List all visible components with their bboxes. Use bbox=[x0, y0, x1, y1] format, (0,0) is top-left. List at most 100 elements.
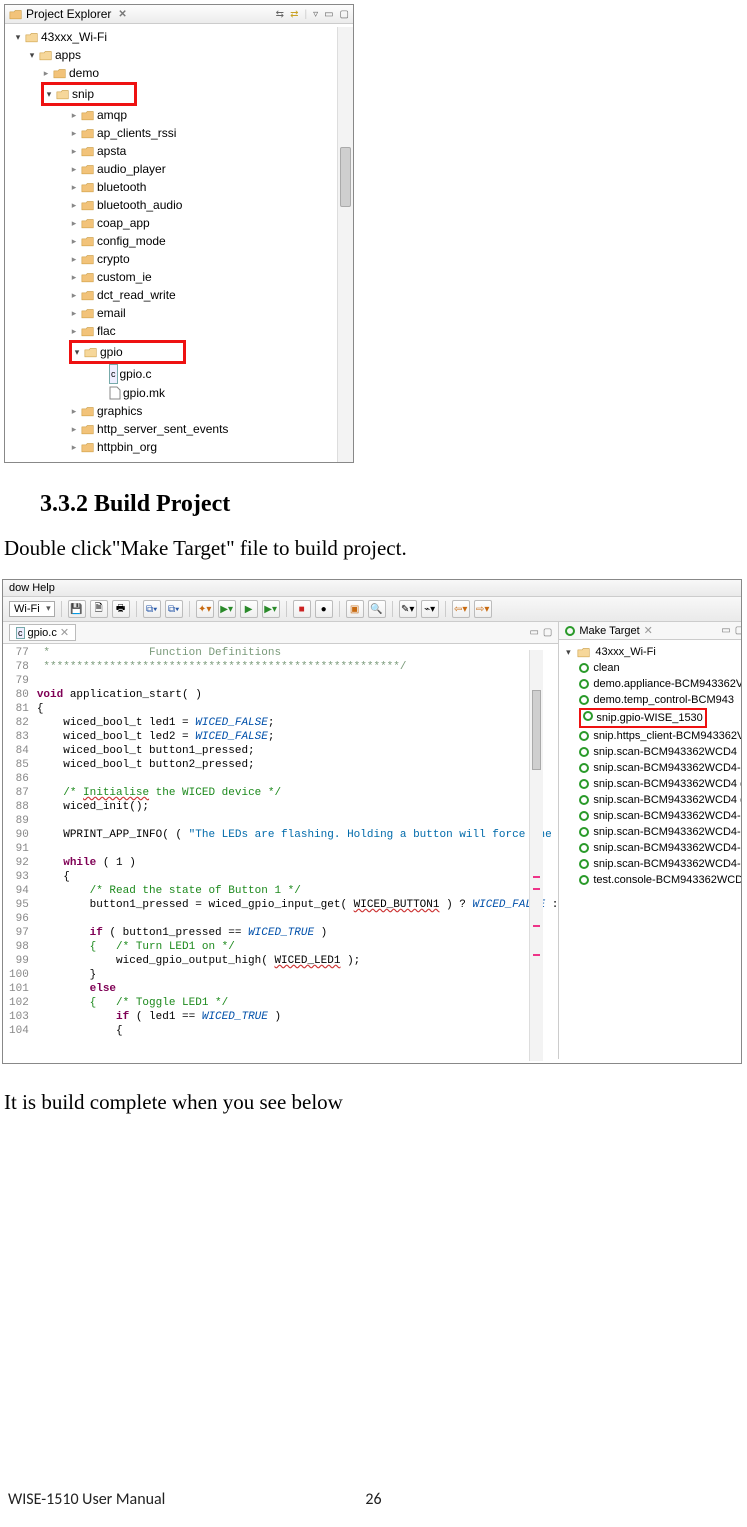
save-all-icon[interactable]: 🗎 bbox=[90, 600, 108, 618]
tree-folder[interactable]: config_mode bbox=[13, 232, 353, 250]
tree-folder[interactable]: http_server_sent_events bbox=[13, 420, 353, 438]
target-icon bbox=[579, 843, 589, 853]
code-editor[interactable]: 7778798081828384858687888990919293949596… bbox=[3, 644, 558, 1059]
tree-folder[interactable]: audio_player bbox=[13, 160, 353, 178]
tree-folder[interactable]: bluetooth bbox=[13, 178, 353, 196]
search-icon[interactable]: 🔍 bbox=[368, 600, 386, 618]
make-target-item[interactable]: snip.scan-BCM943362WCD4 bbox=[563, 744, 742, 760]
save-icon[interactable]: 💾 bbox=[68, 600, 86, 618]
target-icon bbox=[579, 679, 589, 689]
page-footer: WISE-1510 User Manual 26 bbox=[0, 1490, 747, 1509]
tree-folder[interactable]: email bbox=[13, 304, 353, 322]
tree-folder[interactable]: custom_ie bbox=[13, 268, 353, 286]
tree-folder[interactable]: apsta bbox=[13, 142, 353, 160]
tree-root[interactable]: 43xxx_Wi-Fi bbox=[41, 28, 107, 46]
tree-folder[interactable]: ap_clients_rssi bbox=[13, 124, 353, 142]
target-icon bbox=[579, 731, 589, 741]
tree-folder[interactable]: dct_read_write bbox=[13, 286, 353, 304]
target-icon bbox=[579, 827, 589, 837]
tree-file-label: gpio.mk bbox=[123, 384, 165, 402]
c-file-icon: c bbox=[16, 627, 25, 639]
make-target-item[interactable]: clean bbox=[563, 660, 742, 676]
close-icon[interactable]: ✕ bbox=[644, 624, 653, 637]
section-heading: 3.3.2 Build Project bbox=[40, 491, 747, 518]
build-all-icon[interactable]: ⧉▾ bbox=[165, 600, 183, 618]
folder-icon bbox=[39, 50, 53, 61]
make-target-item[interactable]: test.console-BCM943362WCD bbox=[563, 872, 742, 888]
build-icon[interactable]: ⧉▾ bbox=[143, 600, 161, 618]
collapse-all-icon[interactable]: ⇆ bbox=[276, 9, 284, 20]
forward-icon[interactable]: ⇨▾ bbox=[474, 600, 492, 618]
target-icon bbox=[583, 711, 593, 721]
tree-folder[interactable]: graphics bbox=[13, 402, 353, 420]
make-target-item[interactable]: snip.scan-BCM943362WCD4 d bbox=[563, 792, 742, 808]
back-icon[interactable]: ⇦▾ bbox=[452, 600, 470, 618]
run-icon[interactable]: ▶▾ bbox=[218, 600, 236, 618]
link-icon[interactable]: ⇄ bbox=[290, 9, 298, 20]
make-target-item[interactable]: demo.appliance-BCM943362V bbox=[563, 676, 742, 692]
view-menu-icon[interactable]: ▿ bbox=[313, 9, 318, 20]
footer-doc-name: WISE-1510 User Manual bbox=[8, 1490, 165, 1509]
mark-icon[interactable]: ✎▾ bbox=[399, 600, 417, 618]
minimize-icon[interactable]: ▭ bbox=[721, 625, 730, 636]
make-target-tab-label: Make Target bbox=[579, 625, 639, 637]
debug-icon[interactable]: ▶ bbox=[240, 600, 258, 618]
make-target-item[interactable]: snip.scan-BCM943362WCD4- bbox=[563, 808, 742, 824]
make-target-root[interactable]: 43xxx_Wi-Fi bbox=[595, 644, 656, 660]
make-target-item[interactable]: snip.scan-BCM943362WCD4- bbox=[563, 840, 742, 856]
tree-file[interactable]: gpio.mk bbox=[13, 384, 353, 402]
stop-icon[interactable]: ■ bbox=[293, 600, 311, 618]
editor-pane: c gpio.c ✕ ▭ ▢ 7778798081828384858687888… bbox=[3, 622, 559, 1059]
folder-icon bbox=[9, 9, 23, 20]
maximize-icon[interactable]: ▢ bbox=[340, 9, 349, 20]
tree-folder[interactable]: flac bbox=[13, 322, 353, 340]
open-folder-icon[interactable]: ▣ bbox=[346, 600, 364, 618]
maximize-icon[interactable]: ▢ bbox=[735, 625, 742, 636]
body-paragraph: It is build complete when you see below bbox=[4, 1090, 747, 1115]
make-target-item[interactable]: snip.scan-BCM943362WCD4- bbox=[563, 856, 742, 872]
make-target-item[interactable]: snip.scan-BCM943362WCD4- bbox=[563, 760, 742, 776]
make-target-item[interactable]: snip.gpio-WISE_1530 bbox=[563, 708, 742, 728]
ide-toolbar: Wi-Fi 💾 🗎 🖶 ⧉▾ ⧉▾ ✦▾ ▶▾ ▶ ▶▾ ■ ● ▣ 🔍 ✎▾ … bbox=[3, 597, 741, 622]
make-target-item[interactable]: snip.scan-BCM943362WCD4- bbox=[563, 824, 742, 840]
target-icon bbox=[579, 747, 589, 757]
close-icon[interactable]: ✕ bbox=[118, 9, 126, 20]
tree-folder[interactable]: amqp bbox=[13, 106, 353, 124]
make-target-pane: Make Target ✕ ▭ ▢ 43xxx_Wi-Fi cleandemo.… bbox=[559, 622, 742, 1059]
breakpoint-icon[interactable]: ● bbox=[315, 600, 333, 618]
project-tree[interactable]: 43xxx_Wi-Fi apps demo snip amqpap_client… bbox=[5, 24, 353, 462]
highlight-gpio: gpio bbox=[69, 340, 186, 364]
editor-tab-label: gpio.c bbox=[28, 627, 57, 639]
project-combo[interactable]: Wi-Fi bbox=[9, 601, 55, 617]
make-target-tree[interactable]: 43xxx_Wi-Fi cleandemo.appliance-BCM94336… bbox=[559, 640, 742, 892]
tree-snip[interactable]: snip bbox=[72, 85, 94, 103]
minimize-icon[interactable]: ▭ bbox=[324, 9, 333, 20]
minimize-icon[interactable]: ▭ bbox=[529, 627, 538, 638]
tree-apps[interactable]: apps bbox=[55, 46, 81, 64]
tree-folder[interactable]: httpbin_org bbox=[13, 438, 353, 456]
new-icon[interactable]: ✦▾ bbox=[196, 600, 214, 618]
tree-folder[interactable]: bluetooth_audio bbox=[13, 196, 353, 214]
print-icon[interactable]: 🖶 bbox=[112, 600, 130, 618]
ext-tools-icon[interactable]: ▶▾ bbox=[262, 600, 280, 618]
project-explorer-header: Project Explorer ✕ ⇆ ⇄ | ▿ ▭ ▢ bbox=[5, 5, 353, 24]
ide-menubar[interactable]: dow Help bbox=[3, 580, 741, 597]
make-target-item[interactable]: demo.temp_control-BCM943 bbox=[563, 692, 742, 708]
maximize-icon[interactable]: ▢ bbox=[543, 627, 552, 638]
tree-gpio[interactable]: gpio bbox=[100, 343, 123, 361]
scrollbar[interactable] bbox=[337, 27, 353, 462]
tree-demo[interactable]: demo bbox=[69, 64, 99, 82]
task-icon[interactable]: ⌁▾ bbox=[421, 600, 439, 618]
close-icon[interactable]: ✕ bbox=[60, 626, 69, 639]
make-target-item[interactable]: snip.scan-BCM943362WCD4 d bbox=[563, 776, 742, 792]
tree-file[interactable]: c gpio.c bbox=[13, 364, 353, 384]
editor-tab[interactable]: c gpio.c ✕ bbox=[9, 624, 76, 641]
target-icon bbox=[579, 875, 589, 885]
editor-scrollbar[interactable] bbox=[529, 650, 543, 1061]
mk-file-icon bbox=[109, 386, 121, 400]
ide-window: dow Help Wi-Fi 💾 🗎 🖶 ⧉▾ ⧉▾ ✦▾ ▶▾ ▶ ▶▾ ■ … bbox=[2, 579, 742, 1064]
make-target-item[interactable]: snip.https_client-BCM943362V bbox=[563, 728, 742, 744]
target-icon bbox=[579, 779, 589, 789]
tree-folder[interactable]: crypto bbox=[13, 250, 353, 268]
tree-folder[interactable]: coap_app bbox=[13, 214, 353, 232]
